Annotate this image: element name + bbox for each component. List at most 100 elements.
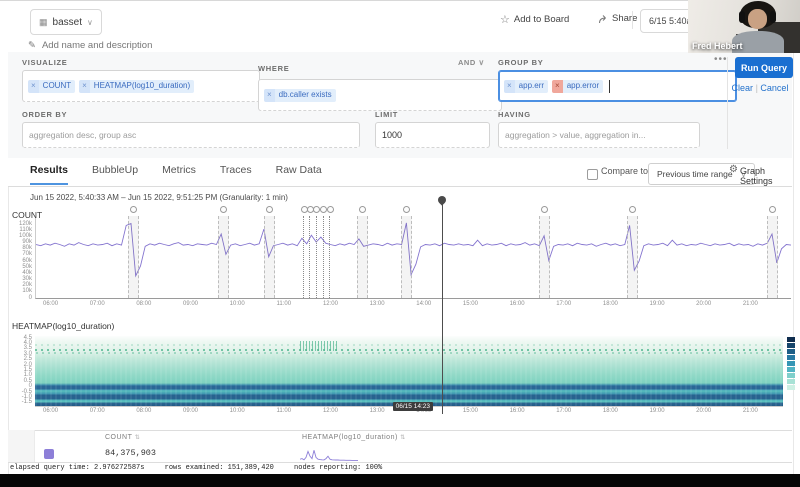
letterbox-bar (0, 474, 800, 487)
query-chip[interactable]: ×db.caller exists (264, 89, 336, 102)
remove-chip-icon[interactable]: × (504, 80, 515, 93)
clear-cancel-links: Clear | Cancel (724, 83, 796, 93)
crosshair-tooltip: 06/15 14:23 (393, 402, 433, 411)
heatmap-burst-cluster (300, 341, 338, 351)
query-chip[interactable]: ×app.error (552, 80, 603, 93)
visualize-section: VISUALIZE ×COUNT×HEATMAP(log10_duration) (22, 58, 260, 102)
limit-label: LIMIT (375, 110, 490, 119)
where-label: WHERE (258, 64, 289, 73)
date-range-label: Jun 15 2022, 5:40:33 AM – Jun 15 2022, 9… (30, 193, 288, 202)
chip-label: COUNT (39, 80, 75, 93)
divider (632, 11, 633, 29)
add-to-board-label: Add to Board (514, 14, 569, 25)
heatmap-sparkline (300, 448, 358, 461)
webcam-person-face (748, 9, 767, 29)
count-column-header[interactable]: COUNT ⇅ (105, 434, 140, 441)
having-input[interactable] (498, 122, 700, 148)
compare-to-control (587, 167, 598, 185)
query-chip[interactable]: ×HEATMAP(log10_duration) (79, 80, 194, 93)
sort-icon[interactable]: ⇅ (400, 435, 406, 441)
window-top-edge (0, 0, 800, 1)
count-column-label: COUNT (105, 434, 132, 441)
having-section: HAVING (498, 110, 700, 148)
event-marker-icon[interactable] (359, 206, 366, 213)
event-marker-icon[interactable] (266, 206, 273, 213)
rows-examined: rows examined: 151,389,420 (165, 464, 274, 472)
add-to-board-button[interactable]: ☆ Add to Board (500, 13, 569, 26)
chip-label: HEATMAP(log10_duration) (90, 80, 194, 93)
heatmap-column-header[interactable]: HEATMAP(log10_duration) ⇅ (302, 434, 406, 441)
heatmap-sparse-dots (36, 352, 782, 354)
clear-link[interactable]: Clear (732, 83, 754, 93)
tab-results[interactable]: Results (30, 164, 68, 185)
query-status-bar: elapsed query time: 2.976272587s rows ex… (10, 464, 398, 472)
headphones-icon (739, 11, 745, 23)
webcam-overlay: Fred Hebert (688, 0, 800, 53)
remove-chip-icon[interactable]: × (264, 89, 275, 102)
tab-metrics[interactable]: Metrics (162, 164, 196, 185)
gear-icon: ⚙ (729, 164, 738, 175)
graph-settings-button[interactable]: Graph Settings (740, 166, 800, 186)
panel-separator (727, 57, 728, 149)
nodes-reporting: nodes reporting: 100% (294, 464, 382, 472)
heatmap-sparse-dots (35, 344, 783, 346)
where-join-operator-dropdown[interactable]: AND ∨ (458, 58, 485, 67)
sort-icon[interactable]: ⇅ (135, 435, 141, 441)
chevron-down-icon: ∨ (87, 18, 93, 27)
order-by-input[interactable] (22, 122, 360, 148)
chip-label: db.caller exists (275, 89, 336, 102)
query-name-placeholder: Add name and description (42, 40, 152, 51)
heatmap-chart[interactable] (35, 336, 783, 407)
query-name-button[interactable]: ✎ Add name and description (28, 40, 152, 51)
group-by-box[interactable]: ×app.err×app.error (498, 70, 737, 102)
run-query-button[interactable]: Run Query (735, 57, 793, 78)
remove-chip-icon[interactable]: × (79, 80, 90, 93)
remove-chip-icon[interactable]: × (552, 80, 563, 93)
text-caret (609, 80, 610, 93)
event-marker-icon[interactable] (629, 206, 636, 213)
count-line-svg (36, 218, 791, 298)
event-marker-icon[interactable] (220, 206, 227, 213)
limit-input[interactable] (375, 122, 490, 148)
group-by-section: GROUP BY ×app.err×app.error (498, 58, 737, 102)
elapsed-time: elapsed query time: 2.976272587s (10, 464, 144, 472)
having-label: HAVING (498, 110, 700, 119)
dataset-dropdown[interactable]: ▦ basset ∨ (30, 9, 102, 35)
dataset-label: basset (53, 17, 82, 28)
group-by-label: GROUP BY (498, 58, 737, 67)
order-by-section: ORDER BY (22, 110, 360, 148)
star-icon: ☆ (500, 13, 510, 26)
tab-bubbleup[interactable]: BubbleUp (92, 164, 138, 185)
headphones-icon (770, 11, 776, 23)
where-box[interactable]: ×db.caller exists (258, 79, 502, 111)
chip-label: app.error (563, 80, 603, 93)
query-overflow-menu[interactable]: ••• (714, 54, 728, 65)
share-label: Share (612, 13, 637, 24)
tab-traces[interactable]: Traces (220, 164, 252, 185)
compare-checkbox[interactable] (587, 169, 598, 180)
compare-range-value: Previous time range (657, 169, 733, 179)
compare-label: Compare to (601, 166, 648, 176)
heatmap-column-label: HEATMAP(log10_duration) (302, 434, 398, 441)
count-line-chart[interactable] (35, 218, 791, 299)
cancel-link[interactable]: Cancel (760, 83, 788, 93)
order-by-label: ORDER BY (22, 110, 360, 119)
heatmap-sparse-dots (35, 349, 783, 351)
webcam-name-label: Fred Hebert (692, 41, 743, 51)
limit-section: LIMIT (375, 110, 490, 148)
tabs: Results BubbleUp Metrics Traces Raw Data (30, 164, 322, 185)
remove-chip-icon[interactable]: × (28, 80, 39, 93)
event-marker-icon[interactable] (327, 206, 334, 213)
event-marker-icon[interactable] (130, 206, 137, 213)
visualize-label: VISUALIZE (22, 58, 260, 67)
visualize-box[interactable]: ×COUNT×HEATMAP(log10_duration) (22, 70, 260, 102)
heatmap-chart-title: HEATMAP(log10_duration) (12, 321, 114, 331)
query-chip[interactable]: ×app.err (504, 80, 548, 93)
event-marker-icon[interactable] (541, 206, 548, 213)
chip-label: app.err (515, 80, 548, 93)
chevron-down-icon: ∨ (478, 58, 484, 67)
share-arrow-icon (598, 14, 608, 24)
query-chip[interactable]: ×COUNT (28, 80, 75, 93)
tab-raw-data[interactable]: Raw Data (276, 164, 322, 185)
series-color-swatch (44, 449, 54, 459)
